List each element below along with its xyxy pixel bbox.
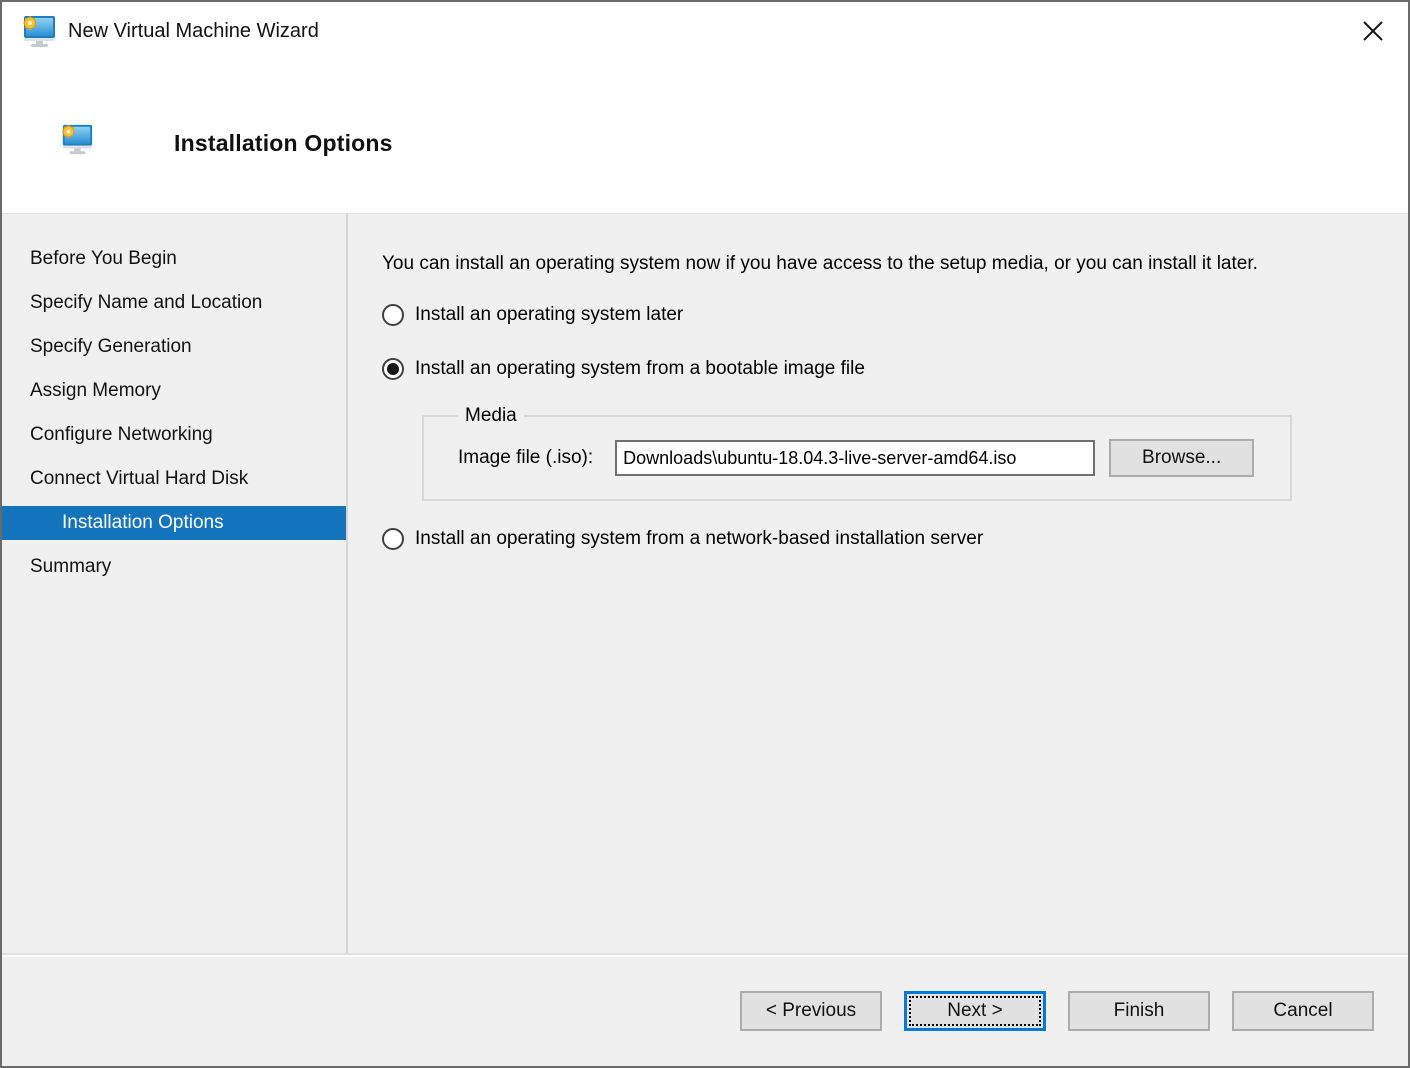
previous-button[interactable]: < Previous (740, 991, 882, 1031)
sidebar-item-specify-generation[interactable]: Specify Generation (2, 330, 346, 364)
radio-label-install-later: Install an operating system later (415, 304, 684, 325)
radio-option-install-later[interactable]: Install an operating system later (382, 301, 1368, 329)
close-button[interactable] (1350, 8, 1396, 54)
footer: < Previous Next > Finish Cancel (2, 953, 1408, 1066)
window-title: New Virtual Machine Wizard (68, 19, 319, 42)
next-button[interactable]: Next > (904, 991, 1046, 1031)
image-file-input[interactable] (615, 440, 1096, 476)
radio-circle-install-from-image[interactable] (382, 358, 404, 380)
sidebar-item-installation-options[interactable]: Installation Options (2, 506, 346, 540)
sidebar: Before You Begin Specify Name and Locati… (2, 214, 348, 953)
sidebar-item-configure-networking[interactable]: Configure Networking (2, 418, 346, 452)
sidebar-item-summary[interactable]: Summary (2, 550, 346, 584)
radio-option-install-network[interactable]: Install an operating system from a netwo… (382, 525, 1368, 553)
main-content: You can install an operating system now … (348, 214, 1408, 953)
header: Installation Options (2, 60, 1408, 213)
sidebar-item-specify-name-and-location[interactable]: Specify Name and Location (2, 286, 346, 320)
vm-wizard-page-icon (61, 124, 93, 155)
titlebar: New Virtual Machine Wizard (2, 2, 1408, 60)
media-groupbox: Media Image file (.iso): Browse... (422, 405, 1292, 501)
page-title: Installation Options (174, 130, 393, 156)
sidebar-item-connect-virtual-hard-disk[interactable]: Connect Virtual Hard Disk (2, 462, 346, 496)
radio-label-install-network: Install an operating system from a netwo… (415, 528, 984, 549)
radio-circle-install-network[interactable] (382, 528, 404, 550)
radio-circle-install-later[interactable] (382, 304, 404, 326)
body: Before You Begin Specify Name and Locati… (2, 213, 1408, 953)
image-file-row: Image file (.iso): Browse... (458, 439, 1272, 477)
finish-button[interactable]: Finish (1068, 991, 1210, 1031)
wizard-window: New Virtual Machine Wizard Installation … (0, 0, 1410, 1068)
radio-option-install-from-image[interactable]: Install an operating system from a boota… (382, 355, 1368, 383)
browse-button[interactable]: Browse... (1109, 439, 1255, 477)
sidebar-item-before-you-begin[interactable]: Before You Begin (2, 242, 346, 276)
vm-wizard-app-icon (22, 15, 56, 48)
intro-text: You can install an operating system now … (382, 253, 1258, 274)
media-legend: Media (465, 405, 517, 426)
image-file-label: Image file (.iso): (458, 447, 594, 468)
close-icon (1363, 21, 1383, 41)
radio-label-install-from-image: Install an operating system from a boota… (415, 358, 865, 379)
sidebar-item-assign-memory[interactable]: Assign Memory (2, 374, 346, 408)
cancel-button[interactable]: Cancel (1232, 991, 1374, 1031)
